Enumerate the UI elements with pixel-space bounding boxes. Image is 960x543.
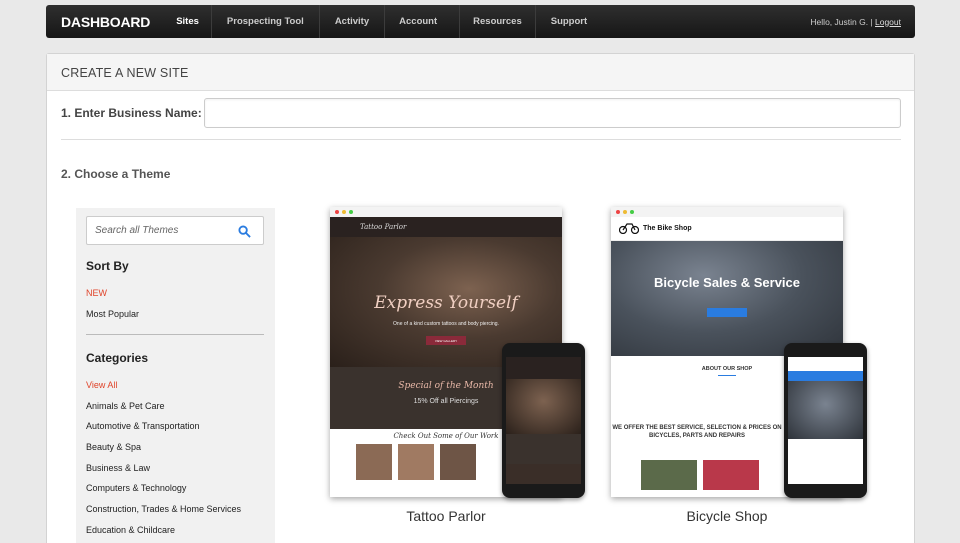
theme-name-tattoo-parlor[interactable]: Tattoo Parlor <box>330 508 562 524</box>
nav-sites[interactable]: Sites <box>164 5 212 38</box>
category-education[interactable]: Education & Childcare <box>86 525 175 535</box>
business-name-label: 1. Enter Business Name: <box>61 106 202 120</box>
bicycle-icon <box>619 223 639 234</box>
greeting-text: Hello, Justin G. | <box>810 16 873 27</box>
business-name-input[interactable] <box>204 98 901 128</box>
nav-prospecting-tool[interactable]: Prospecting Tool <box>212 5 320 38</box>
theme-search-input[interactable]: Search all Themes <box>86 216 264 245</box>
user-greeting: Hello, Justin G. | Logout <box>810 17 915 27</box>
dashboard-brand[interactable]: DASHBOARD <box>46 14 164 30</box>
browser-dots <box>330 207 562 217</box>
search-placeholder: Search all Themes <box>95 225 179 236</box>
category-beauty[interactable]: Beauty & Spa <box>86 442 141 452</box>
category-construction[interactable]: Construction, Trades & Home Services <box>86 504 241 514</box>
create-site-panel: CREATE A NEW SITE 1. Enter Business Name… <box>46 53 915 543</box>
sort-new[interactable]: NEW <box>86 288 107 298</box>
categories-heading: Categories <box>86 351 149 365</box>
nav-activity[interactable]: Activity <box>320 5 386 38</box>
section-divider <box>61 139 901 140</box>
nav-support[interactable]: Support <box>536 5 602 38</box>
sort-by-heading: Sort By <box>86 259 129 273</box>
sort-most-popular[interactable]: Most Popular <box>86 309 139 319</box>
top-navbar: DASHBOARD Sites Prospecting Tool Activit… <box>46 5 915 38</box>
bike-preview-header: The Bike Shop <box>611 217 843 241</box>
browser-dots <box>611 207 843 217</box>
bike-preview-brand: The Bike Shop <box>643 225 692 232</box>
category-animals[interactable]: Animals & Pet Care <box>86 401 165 411</box>
nav-resources[interactable]: Resources <box>460 5 536 38</box>
panel-title: CREATE A NEW SITE <box>47 54 914 91</box>
tattoo-hero-title: Express Yourself <box>374 293 518 313</box>
bike-hero-button <box>707 308 747 317</box>
category-business-law[interactable]: Business & Law <box>86 463 150 473</box>
tattoo-hero-sub: One of a kind custom tattoos and body pi… <box>393 321 499 327</box>
category-automotive[interactable]: Automotive & Transportation <box>86 421 200 431</box>
choose-theme-label: 2. Choose a Theme <box>61 167 171 181</box>
sidebar-divider <box>86 334 264 335</box>
nav-account[interactable]: Account <box>385 5 461 38</box>
bike-phone-preview <box>784 343 867 498</box>
bike-preview-hero: Bicycle Sales & Service <box>611 241 843 356</box>
bike-hero-title: Bicycle Sales & Service <box>654 275 800 290</box>
theme-name-bicycle-shop[interactable]: Bicycle Shop <box>611 508 843 524</box>
search-icon[interactable] <box>238 225 251 238</box>
theme-filter-sidebar: Search all Themes Sort By NEW Most Popul… <box>76 208 275 543</box>
category-computers[interactable]: Computers & Technology <box>86 483 186 493</box>
tattoo-hero-button: VIEW GALLERY <box>426 336 466 345</box>
tattoo-preview-brand: Tattoo Parlor <box>330 217 562 237</box>
logout-link[interactable]: Logout <box>875 17 901 27</box>
tattoo-phone-preview <box>502 343 585 498</box>
category-view-all[interactable]: View All <box>86 380 117 390</box>
